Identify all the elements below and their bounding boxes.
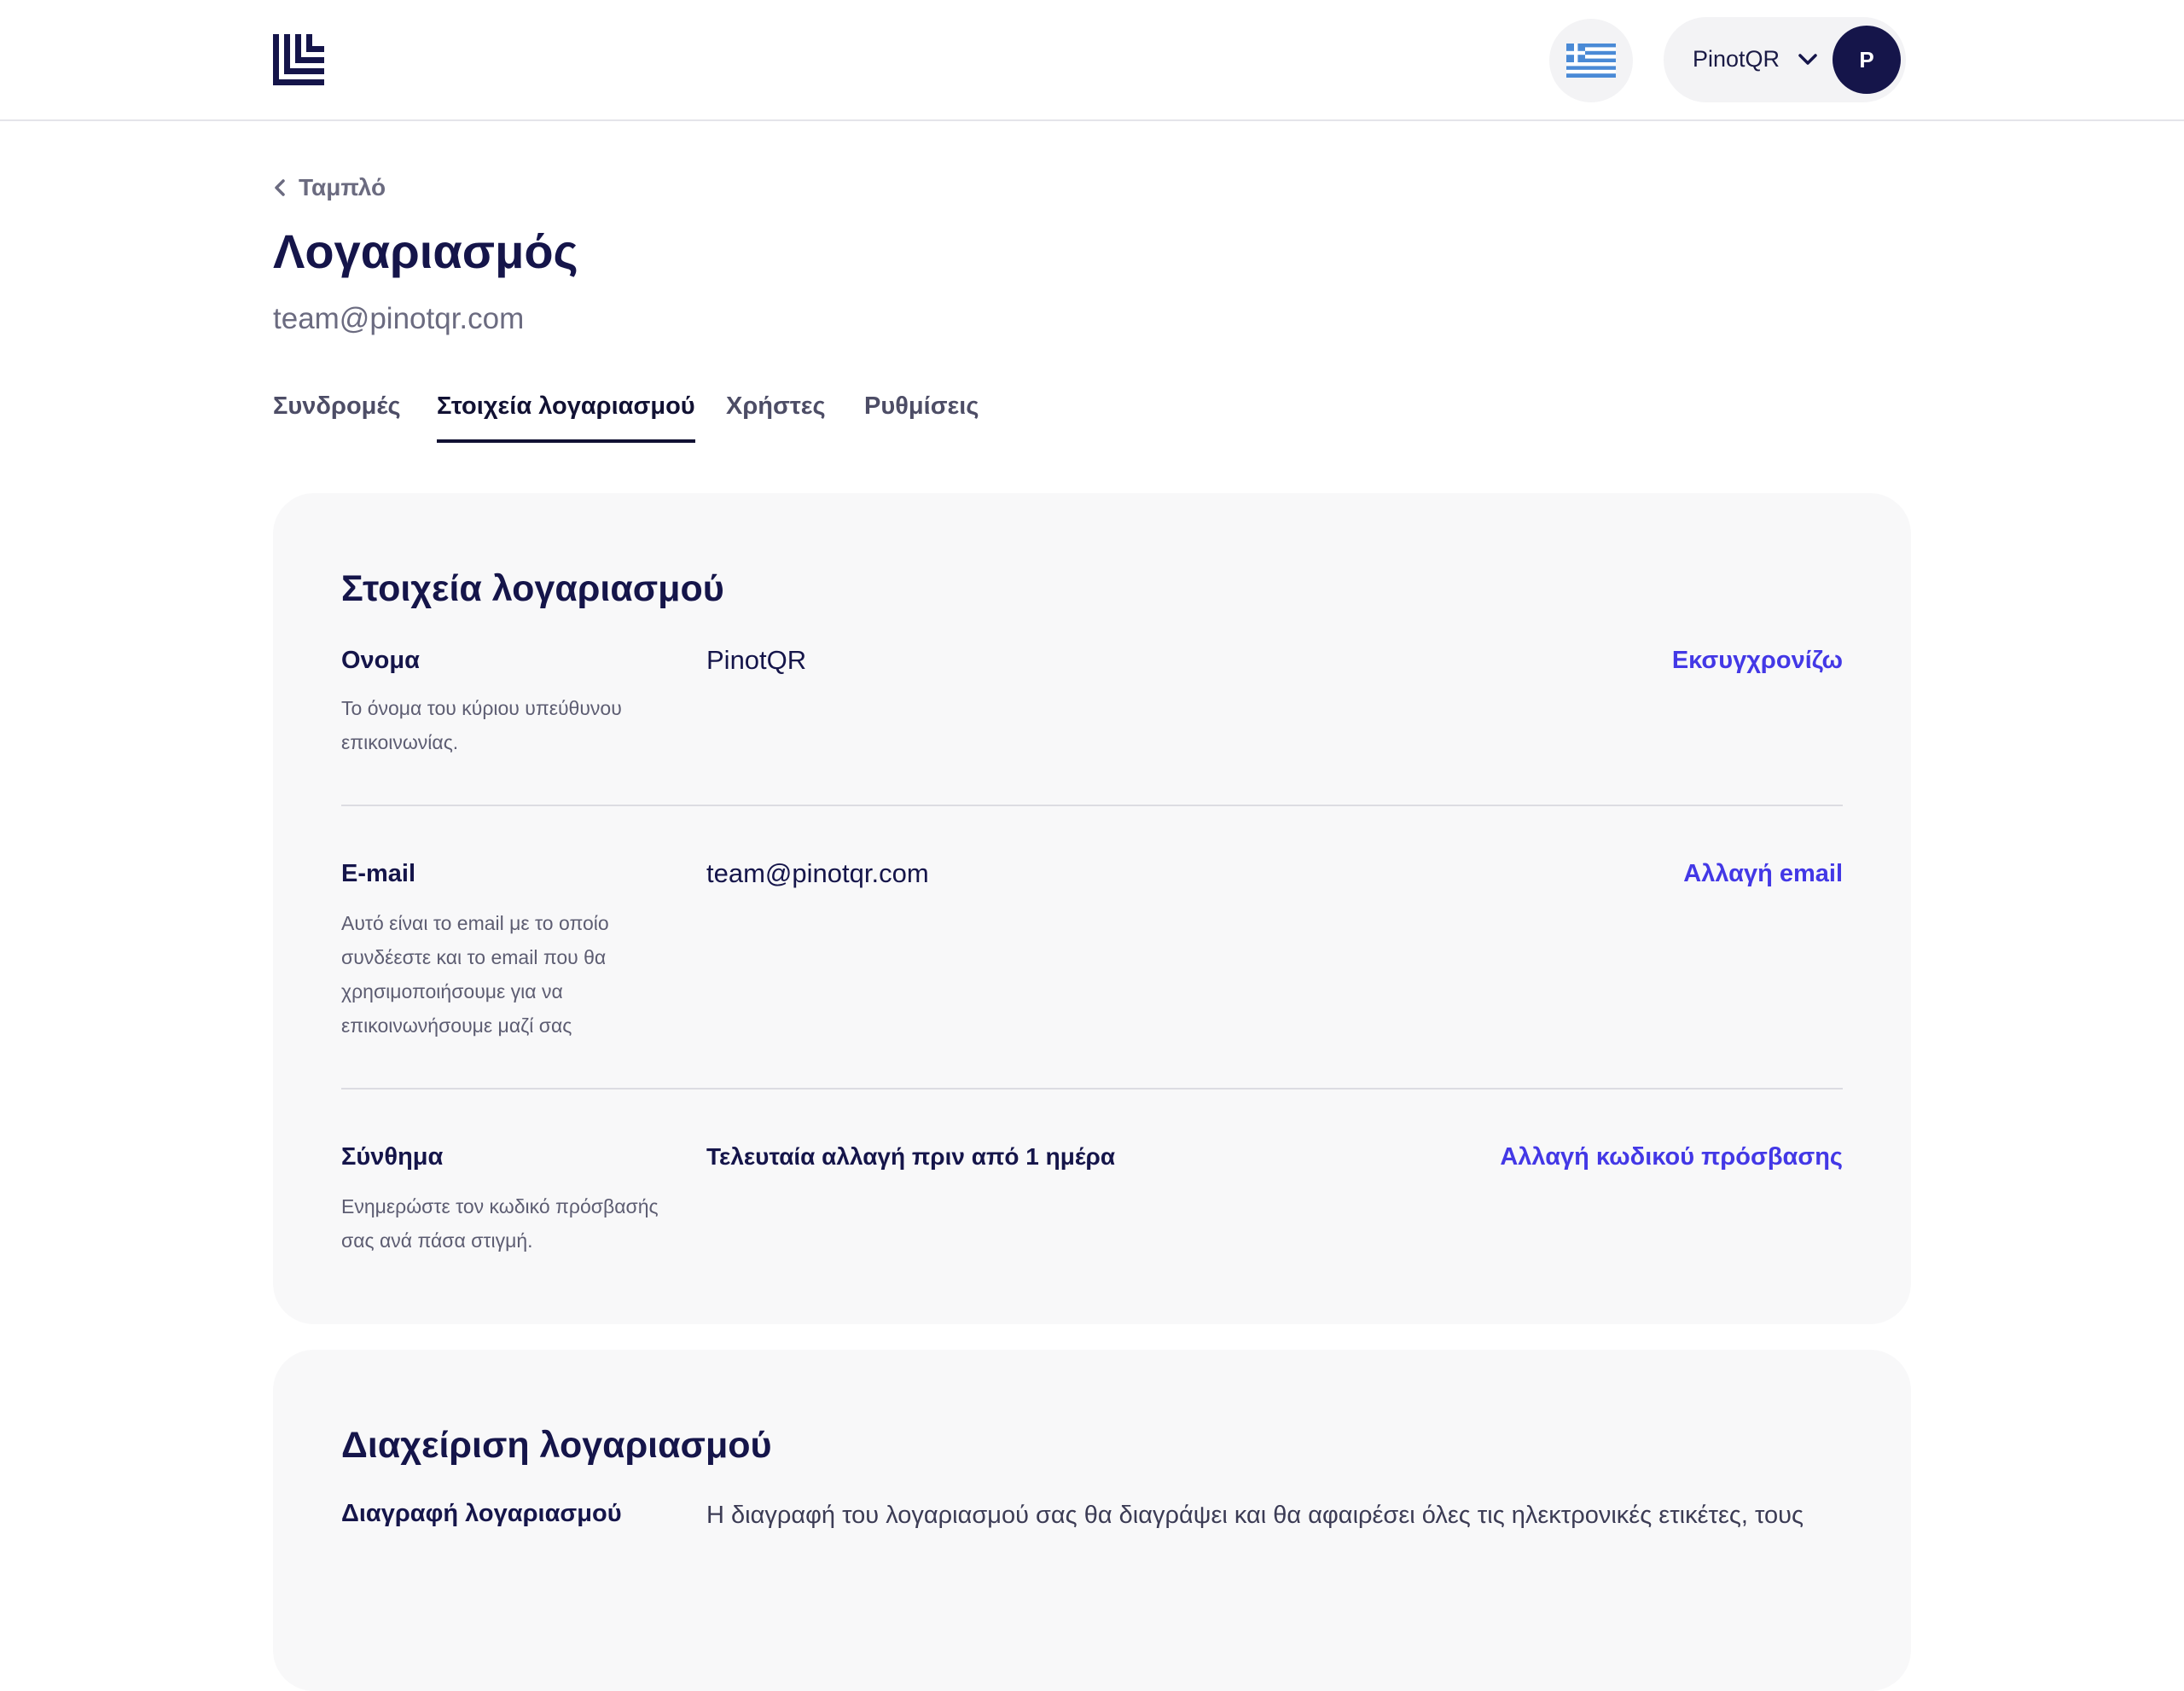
chevron-left-icon: [275, 179, 285, 196]
delete-account-label: Διαγραφή λογαριασμού: [341, 1500, 622, 1527]
breadcrumb-label: Ταμπλό: [299, 174, 386, 200]
change-email-link[interactable]: Αλλαγή email: [1683, 860, 1843, 888]
account-management-card: Διαχείριση λογαριασμού Διαγραφή λογαριασ…: [273, 1350, 1911, 1691]
page-title: Λογαριασμός: [273, 224, 578, 278]
password-last-changed: Τελευταία αλλαγή πριν από 1 ημέρα: [706, 1143, 1116, 1170]
account-details-card: Στοιχεία λογαριασμού Ονομα Το όνομα του …: [273, 493, 1911, 1324]
name-value: PinotQR: [706, 645, 807, 675]
name-description: Το όνομα του κύριου υπεύθυνου επικοινωνί…: [341, 697, 622, 753]
chevron-down-icon: [1798, 54, 1817, 65]
account-management-title: Διαχείριση λογαριασμού: [341, 1425, 772, 1466]
name-label: Ονομα: [341, 647, 420, 674]
tab-settings[interactable]: Ρυθμίσεις: [864, 392, 979, 439]
breadcrumb-back-link[interactable]: Ταμπλό: [273, 174, 386, 201]
email-description: Αυτό είναι το email με το οποίο συνδέεστ…: [341, 912, 609, 1037]
tab-subscriptions[interactable]: Συνδρομές: [273, 392, 401, 439]
account-menu-button[interactable]: PinotQR P: [1664, 17, 1906, 102]
delete-account-description: Η διαγραφή του λογαριασμού σας θα διαγρά…: [706, 1502, 1804, 1529]
account-name: PinotQR: [1693, 46, 1780, 72]
password-description: Ενημερώστε τον κωδικό πρόσβασής σας ανά …: [341, 1195, 659, 1252]
tab-account-details[interactable]: Στοιχεία λογαριασμού: [437, 392, 695, 443]
brand-logo-icon[interactable]: [273, 34, 324, 85]
language-selector-button[interactable]: [1549, 19, 1633, 102]
page-subtitle-email: team@pinotqr.com: [273, 302, 525, 335]
tab-users[interactable]: Χρήστες: [726, 392, 826, 439]
row-divider: [341, 1088, 1843, 1090]
account-details-title: Στοιχεία λογαριασμού: [341, 568, 724, 609]
update-name-link[interactable]: Εκσυγχρονίζω: [1672, 647, 1843, 675]
greek-flag-icon: [1566, 44, 1616, 78]
email-label: E-mail: [341, 860, 416, 887]
row-divider: [341, 805, 1843, 806]
password-label: Σύνθημα: [341, 1143, 444, 1171]
top-navigation-bar: PinotQR P: [0, 0, 2184, 121]
change-password-link[interactable]: Αλλαγή κωδικού πρόσβασης: [1500, 1143, 1843, 1171]
avatar: P: [1833, 26, 1901, 94]
email-value: team@pinotqr.com: [706, 858, 929, 888]
